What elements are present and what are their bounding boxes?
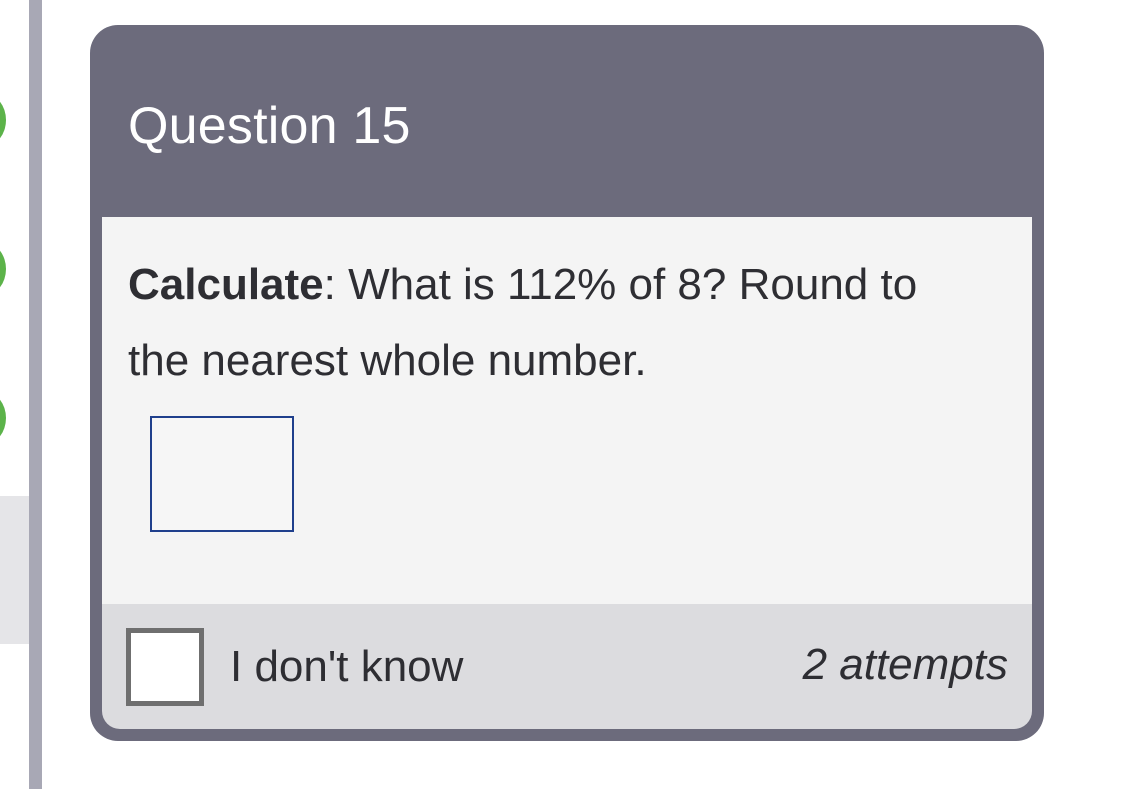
question-card: Question 15 Calculate: What is 112% of 8… bbox=[90, 25, 1044, 741]
progress-marker-correct[interactable] bbox=[0, 94, 6, 146]
quiz-page: Question 15 Calculate: What is 112% of 8… bbox=[0, 0, 1140, 789]
sidebar-divider bbox=[29, 0, 42, 789]
question-nav-sidebar bbox=[0, 0, 29, 789]
question-body: Calculate: What is 112% of 8? Round to t… bbox=[102, 217, 1032, 604]
question-prompt: Calculate: What is 112% of 8? Round to t… bbox=[128, 247, 988, 399]
idk-label[interactable]: I don't know bbox=[230, 637, 463, 697]
progress-marker-correct[interactable] bbox=[0, 392, 6, 444]
sidebar-highlight bbox=[0, 496, 29, 644]
question-title: Question 15 bbox=[128, 97, 411, 155]
prompt-separator: : bbox=[323, 260, 336, 309]
answer-input[interactable] bbox=[150, 416, 294, 532]
attempts-count: 2 attempts bbox=[802, 640, 1008, 689]
idk-checkbox[interactable] bbox=[126, 628, 204, 706]
question-footer: I don't know 2 attempts bbox=[102, 604, 1032, 729]
prompt-label: Calculate bbox=[128, 260, 324, 309]
progress-marker-correct[interactable] bbox=[0, 243, 6, 295]
question-header: Question 15 bbox=[90, 25, 1044, 217]
